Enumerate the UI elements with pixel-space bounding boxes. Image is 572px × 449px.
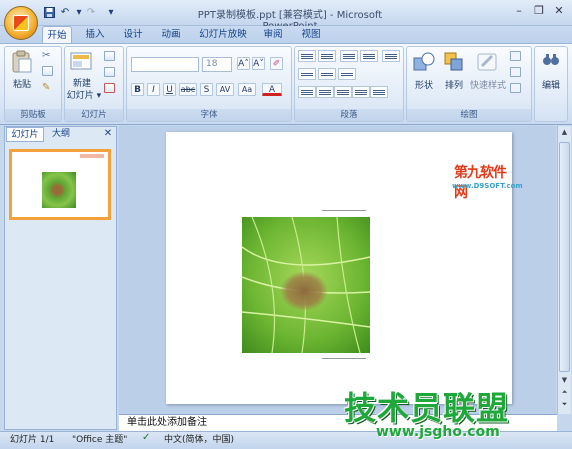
- watermark-brand-bottom: 技术员联盟: [344, 389, 510, 427]
- copy-icon[interactable]: [42, 66, 53, 76]
- scroll-thumb[interactable]: [559, 142, 570, 372]
- next-slide-icon[interactable]: ⏷: [559, 400, 570, 410]
- delete-slide-icon[interactable]: [104, 83, 115, 93]
- redo-icon[interactable]: ↷: [84, 6, 98, 19]
- clear-format-icon[interactable]: ✐: [270, 57, 283, 70]
- vertical-scrollbar[interactable]: ▲ ▼ ⏶ ⏷: [557, 126, 571, 414]
- tab-slideshow[interactable]: 幻灯片放映: [196, 26, 250, 44]
- cut-icon[interactable]: ✂: [42, 50, 54, 62]
- tab-home[interactable]: 开始: [42, 26, 72, 44]
- shape-outline-icon[interactable]: [510, 67, 521, 77]
- drawing-group-label: 绘图: [407, 109, 531, 121]
- numbering-icon[interactable]: [318, 50, 336, 62]
- align-left-icon[interactable]: [298, 86, 316, 98]
- format-painter-icon[interactable]: ✎: [42, 82, 54, 94]
- office-button[interactable]: [4, 6, 38, 40]
- editing-button[interactable]: 编辑: [536, 78, 566, 91]
- paste-icon[interactable]: [10, 50, 34, 74]
- increase-indent-icon[interactable]: [360, 50, 378, 62]
- quick-styles-icon[interactable]: [476, 50, 500, 74]
- columns-icon[interactable]: [370, 86, 388, 98]
- tab-view[interactable]: 视图: [296, 26, 326, 44]
- slides-group-label: 幻灯片: [65, 109, 123, 121]
- tab-insert[interactable]: 插入: [80, 26, 110, 44]
- prev-slide-icon[interactable]: ⏶: [559, 388, 570, 398]
- line-spacing-icon[interactable]: [382, 50, 400, 62]
- binoculars-icon[interactable]: [541, 50, 561, 70]
- grow-font-button[interactable]: A˄: [237, 57, 250, 70]
- font-size-combo[interactable]: 18: [202, 57, 232, 72]
- arrange-button[interactable]: 排列: [440, 78, 468, 91]
- clipboard-group-label: 剪贴板: [5, 109, 61, 121]
- font-color-button[interactable]: A: [262, 83, 282, 96]
- tab-animations[interactable]: 动画: [156, 26, 186, 44]
- divider-bottom: [322, 358, 366, 359]
- close-button[interactable]: ✕: [550, 3, 568, 19]
- shrink-font-button[interactable]: A˅: [252, 57, 265, 70]
- scroll-down-icon[interactable]: ▼: [559, 376, 570, 386]
- shape-fill-icon[interactable]: [510, 51, 521, 61]
- status-slide-count: 幻灯片 1/1: [10, 435, 55, 445]
- align-center-icon[interactable]: [316, 86, 334, 98]
- leaf-image[interactable]: [242, 217, 370, 353]
- office-logo-icon: [13, 15, 29, 31]
- reset-icon[interactable]: [104, 67, 115, 77]
- new-slide-label-2[interactable]: 幻灯片 ▾: [66, 88, 102, 101]
- font-name-combo[interactable]: [131, 57, 199, 72]
- status-theme: "Office 主题": [72, 435, 128, 445]
- save-icon[interactable]: [42, 6, 56, 19]
- shapes-icon[interactable]: [412, 50, 436, 74]
- align-right-icon[interactable]: [334, 86, 352, 98]
- paste-button[interactable]: 粘贴: [10, 77, 34, 90]
- strikethrough-button[interactable]: abc: [179, 83, 197, 96]
- text-direction-icon[interactable]: [298, 68, 316, 80]
- scroll-up-icon[interactable]: ▲: [559, 128, 570, 139]
- underline-button[interactable]: U: [163, 83, 176, 96]
- tab-slides-pane[interactable]: 幻灯片: [6, 127, 44, 142]
- italic-button[interactable]: I: [147, 83, 160, 96]
- shapes-button[interactable]: 形状: [410, 78, 438, 91]
- text-shadow-button[interactable]: S: [200, 83, 213, 96]
- spellcheck-icon[interactable]: ✓: [142, 432, 150, 443]
- watermark-url-bottom: www.jsgho.com: [376, 424, 500, 440]
- arrange-icon[interactable]: [442, 50, 466, 74]
- new-slide-icon[interactable]: [70, 50, 94, 72]
- qat-customize-icon[interactable]: ▾: [104, 6, 118, 19]
- slide-thumbnail[interactable]: [9, 149, 111, 220]
- change-case-button[interactable]: Aa: [238, 83, 256, 96]
- watermark-url-top: www.D9SOFT.com: [452, 182, 523, 190]
- tab-outline-pane[interactable]: 大纲: [46, 127, 76, 142]
- minimize-button[interactable]: –: [510, 3, 528, 19]
- quick-styles-button[interactable]: 快速样式: [470, 78, 506, 91]
- thumbnail-logo-mark: [80, 154, 104, 158]
- layout-icon[interactable]: [104, 51, 115, 61]
- restore-button[interactable]: ❐: [530, 3, 548, 19]
- bold-button[interactable]: B: [131, 83, 144, 96]
- thumbnail-leaf-image: [42, 172, 76, 208]
- slide[interactable]: 第九软件网 www.D9SOFT.com: [166, 132, 523, 404]
- align-text-icon[interactable]: [318, 68, 336, 80]
- tab-review[interactable]: 审阅: [258, 26, 288, 44]
- status-language: 中文(简体，中国): [164, 435, 235, 445]
- justify-icon[interactable]: [352, 86, 370, 98]
- paragraph-group-label: 段落: [295, 109, 403, 121]
- undo-icon[interactable]: ↶: [58, 6, 72, 19]
- decrease-indent-icon[interactable]: [340, 50, 358, 62]
- font-group-label: 字体: [127, 109, 291, 121]
- shape-effects-icon[interactable]: [510, 83, 521, 93]
- smartart-icon[interactable]: [338, 68, 356, 80]
- char-spacing-button[interactable]: AV: [216, 83, 234, 96]
- close-pane-icon[interactable]: ✕: [102, 127, 114, 142]
- divider-top: [322, 210, 366, 211]
- tab-design[interactable]: 设计: [118, 26, 148, 44]
- bullets-icon[interactable]: [298, 50, 316, 62]
